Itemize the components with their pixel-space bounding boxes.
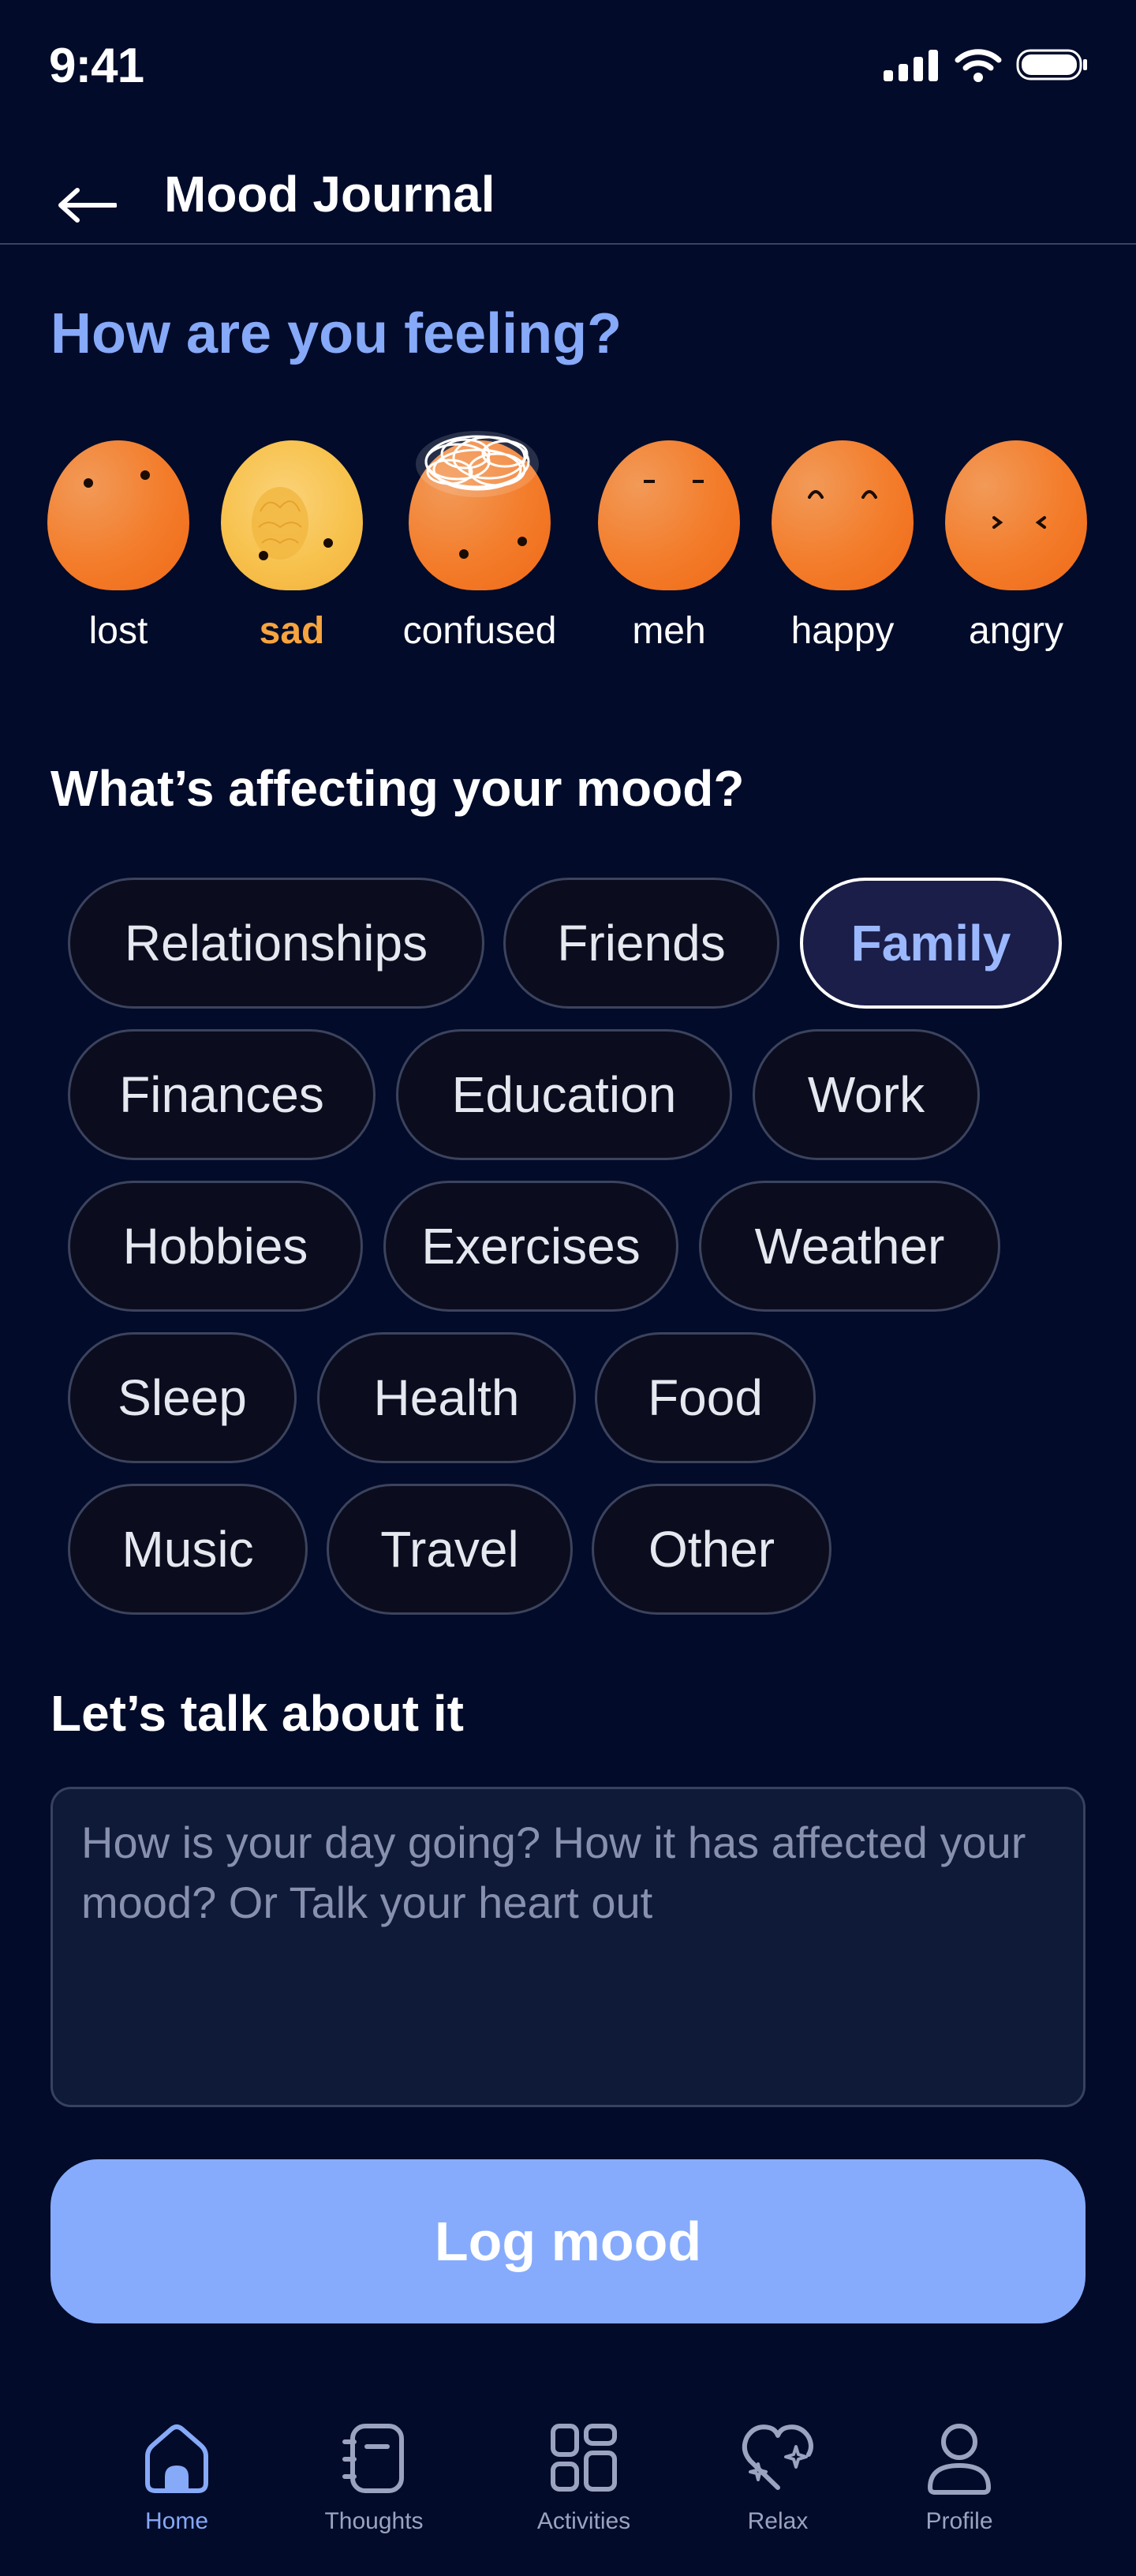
nav-activities[interactable]: Activities: [497, 2415, 671, 2565]
scribble-cloud-icon: [416, 431, 539, 497]
cellular-signal-icon: [884, 50, 938, 81]
mood-label-angry: angry: [968, 610, 1064, 652]
nav-thoughts[interactable]: Thoughts: [287, 2415, 461, 2565]
status-bar: 9:41: [0, 0, 1136, 142]
home-icon: [145, 2424, 208, 2493]
mood-selector: lost sad confused meh happy angry: [32, 426, 1120, 687]
nav-home[interactable]: Home: [90, 2415, 263, 2565]
journal-text-input[interactable]: [50, 1787, 1086, 2107]
mood-option-confused[interactable]: confused: [393, 426, 566, 679]
mood-option-meh[interactable]: meh: [582, 426, 756, 679]
chip-exercises[interactable]: Exercises: [383, 1181, 678, 1312]
nav-profile-label: Profile: [925, 2508, 993, 2534]
chip-other[interactable]: Other: [592, 1484, 831, 1615]
mood-label-confused: confused: [402, 610, 557, 652]
wifi-icon: [955, 49, 1002, 82]
nav-activities-label: Activities: [536, 2508, 631, 2534]
grid-icon: [551, 2424, 617, 2492]
status-time: 9:41: [49, 39, 144, 93]
page-title: Mood Journal: [164, 166, 495, 223]
mood-option-sad[interactable]: sad: [205, 426, 379, 679]
mood-label-sad: sad: [259, 610, 325, 652]
mood-option-happy[interactable]: happy: [756, 426, 929, 679]
chip-food[interactable]: Food: [595, 1332, 816, 1463]
user-icon: [927, 2424, 992, 2495]
nav-relax[interactable]: Relax: [691, 2415, 865, 2565]
chip-travel[interactable]: Travel: [327, 1484, 573, 1615]
mood-happy-face-icon: [772, 440, 914, 590]
chip-sleep[interactable]: Sleep: [68, 1332, 297, 1463]
mood-label-meh: meh: [632, 610, 706, 652]
mood-angry-face-icon: [945, 440, 1087, 590]
status-icons: [884, 47, 1089, 82]
mood-lost-face-icon: [47, 440, 189, 590]
nav-relax-label: Relax: [747, 2508, 809, 2534]
mood-meh-face-icon: [598, 440, 740, 590]
chip-friends[interactable]: Friends: [503, 878, 779, 1009]
chip-health[interactable]: Health: [317, 1332, 576, 1463]
notebook-icon: [342, 2424, 404, 2493]
chip-finances[interactable]: Finances: [68, 1029, 376, 1160]
log-mood-button[interactable]: Log mood: [50, 2159, 1086, 2323]
talk-heading: Let’s talk about it: [50, 1685, 464, 1742]
nav-thoughts-label: Thoughts: [324, 2508, 424, 2534]
feeling-heading: How are you feeling?: [50, 302, 622, 365]
nav-profile[interactable]: Profile: [873, 2415, 1046, 2565]
chip-education[interactable]: Education: [396, 1029, 732, 1160]
mood-label-happy: happy: [790, 610, 895, 652]
back-button[interactable]: [55, 174, 118, 237]
mood-option-angry[interactable]: angry: [929, 426, 1103, 679]
app-header: Mood Journal: [0, 142, 1136, 245]
chip-hobbies[interactable]: Hobbies: [68, 1181, 363, 1312]
chip-music[interactable]: Music: [68, 1484, 308, 1615]
chip-relationships[interactable]: Relationships: [68, 878, 484, 1009]
bottom-nav: Home Thoughts Activities Relax Profile: [0, 2376, 1136, 2576]
back-arrow-icon: [58, 188, 117, 223]
heart-sparkle-icon: [742, 2424, 813, 2490]
chip-weather[interactable]: Weather: [699, 1181, 1000, 1312]
affecting-heading: What’s affecting your mood?: [50, 760, 745, 817]
mood-label-lost: lost: [88, 610, 148, 652]
nav-home-label: Home: [144, 2508, 209, 2534]
mood-option-lost[interactable]: lost: [32, 426, 205, 679]
chip-work[interactable]: Work: [753, 1029, 980, 1160]
battery-icon: [1016, 49, 1087, 80]
mood-sad-face-icon: [221, 440, 363, 590]
chip-family[interactable]: Family: [800, 878, 1062, 1009]
